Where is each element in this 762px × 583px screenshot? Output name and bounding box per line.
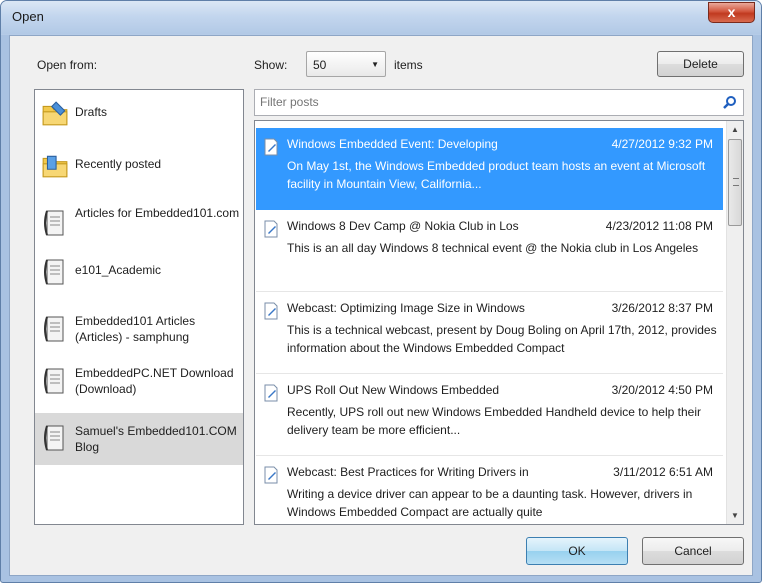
source-item-embedded101-articles[interactable]: Embedded101 Articles (Articles) - samphu… <box>35 309 243 349</box>
scroll-down-arrow-icon[interactable]: ▼ <box>727 507 743 524</box>
post-title: Webcast: Best Practices for Writing Driv… <box>287 465 529 479</box>
post-title: Windows 8 Dev Camp @ Nokia Club in Los <box>287 219 519 233</box>
post-doc-icon <box>264 138 278 156</box>
scroll-thumb[interactable] <box>728 139 742 226</box>
post-title: UPS Roll Out New Windows Embedded <box>287 383 500 397</box>
source-item-samuels-blog[interactable]: Samuel's Embedded101.COM Blog <box>35 413 243 465</box>
source-item-embeddedpc-download[interactable]: EmbeddedPC.NET Download (Download) <box>35 362 243 402</box>
blog-doc-icon <box>44 316 64 342</box>
source-item-recently-posted[interactable]: Recently posted <box>35 147 243 181</box>
open-from-label: Open from: <box>37 58 98 72</box>
post-description: Recently, UPS roll out new Windows Embed… <box>287 405 701 437</box>
post-item[interactable]: Webcast: Optimizing Image Size in Window… <box>256 292 723 374</box>
filter-posts-input[interactable] <box>260 95 710 109</box>
blog-doc-icon <box>44 425 64 451</box>
grip-icon <box>733 178 739 186</box>
source-label: Drafts <box>75 105 108 119</box>
cancel-button[interactable]: Cancel <box>642 537 744 565</box>
folder-draft-icon <box>42 101 68 126</box>
blog-doc-icon <box>44 259 64 285</box>
show-count-value: 50 <box>313 58 327 72</box>
source-item-drafts[interactable]: Drafts <box>35 96 243 128</box>
source-label: Articles for Embedded101.com <box>75 206 240 220</box>
post-date: 4/27/2012 9:32 PM <box>611 137 713 151</box>
filter-posts-box[interactable] <box>254 89 744 116</box>
post-date: 3/20/2012 4:50 PM <box>611 383 713 397</box>
posts-scrollbar[interactable]: ▲ ▼ <box>726 121 743 524</box>
post-doc-icon <box>264 466 278 484</box>
ok-button[interactable]: OK <box>526 537 628 565</box>
post-description: This is an all day Windows 8 technical e… <box>287 241 699 255</box>
title-bar[interactable]: Open x <box>1 1 761 34</box>
post-title: Webcast: Optimizing Image Size in Window… <box>287 301 525 315</box>
delete-button[interactable]: Delete <box>657 51 744 77</box>
close-button[interactable]: x <box>708 2 755 23</box>
source-label: EmbeddedPC.NET Download (Download) <box>75 366 234 396</box>
post-doc-icon <box>264 384 278 402</box>
dropdown-arrow-icon: ▼ <box>371 60 379 69</box>
show-label: Show: <box>254 58 288 72</box>
blog-doc-icon <box>44 368 64 394</box>
open-dialog: Open x Open from: Show: 50 ▼ items Delet… <box>0 0 762 583</box>
search-icon[interactable] <box>723 95 737 109</box>
post-description: This is a technical webcast, present by … <box>287 323 717 355</box>
post-item[interactable]: Windows Embedded Event: Developing 4/27/… <box>256 128 723 210</box>
open-from-list: Drafts Recently posted Articles for Embe… <box>34 89 244 525</box>
dialog-body: Open from: Show: 50 ▼ items Delete Draft… <box>9 35 753 576</box>
source-item-e101-academic[interactable]: e101_Academic <box>35 255 243 289</box>
items-label: items <box>394 58 423 72</box>
source-label: Embedded101 Articles (Articles) - samphu… <box>75 314 196 344</box>
source-label: Samuel's Embedded101.COM Blog <box>75 424 237 454</box>
post-doc-icon <box>264 220 278 238</box>
source-item-articles[interactable]: Articles for Embedded101.com <box>35 203 243 243</box>
scroll-up-arrow-icon[interactable]: ▲ <box>727 121 743 138</box>
source-label: e101_Academic <box>75 263 162 277</box>
post-doc-icon <box>264 302 278 320</box>
post-item[interactable]: UPS Roll Out New Windows Embedded 3/20/2… <box>256 374 723 456</box>
close-icon: x <box>727 4 736 20</box>
window-title: Open <box>12 9 44 24</box>
post-date: 3/11/2012 6:51 AM <box>613 465 713 479</box>
post-description: Writing a device driver can appear to be… <box>287 487 693 519</box>
posts-list: Windows Embedded Event: Developing 4/27/… <box>254 120 744 525</box>
source-label: Recently posted <box>75 157 162 171</box>
blog-doc-icon <box>44 210 64 236</box>
post-description: On May 1st, the Windows Embedded product… <box>287 159 706 191</box>
post-date: 3/26/2012 8:37 PM <box>611 301 713 315</box>
post-title: Windows Embedded Event: Developing <box>287 137 498 151</box>
post-item[interactable]: Webcast: Best Practices for Writing Driv… <box>256 456 723 524</box>
show-count-select[interactable]: 50 ▼ <box>306 51 386 77</box>
post-date: 4/23/2012 11:08 PM <box>605 219 713 233</box>
folder-posted-icon <box>42 155 68 178</box>
post-item[interactable]: Windows 8 Dev Camp @ Nokia Club in Los 4… <box>256 210 723 292</box>
